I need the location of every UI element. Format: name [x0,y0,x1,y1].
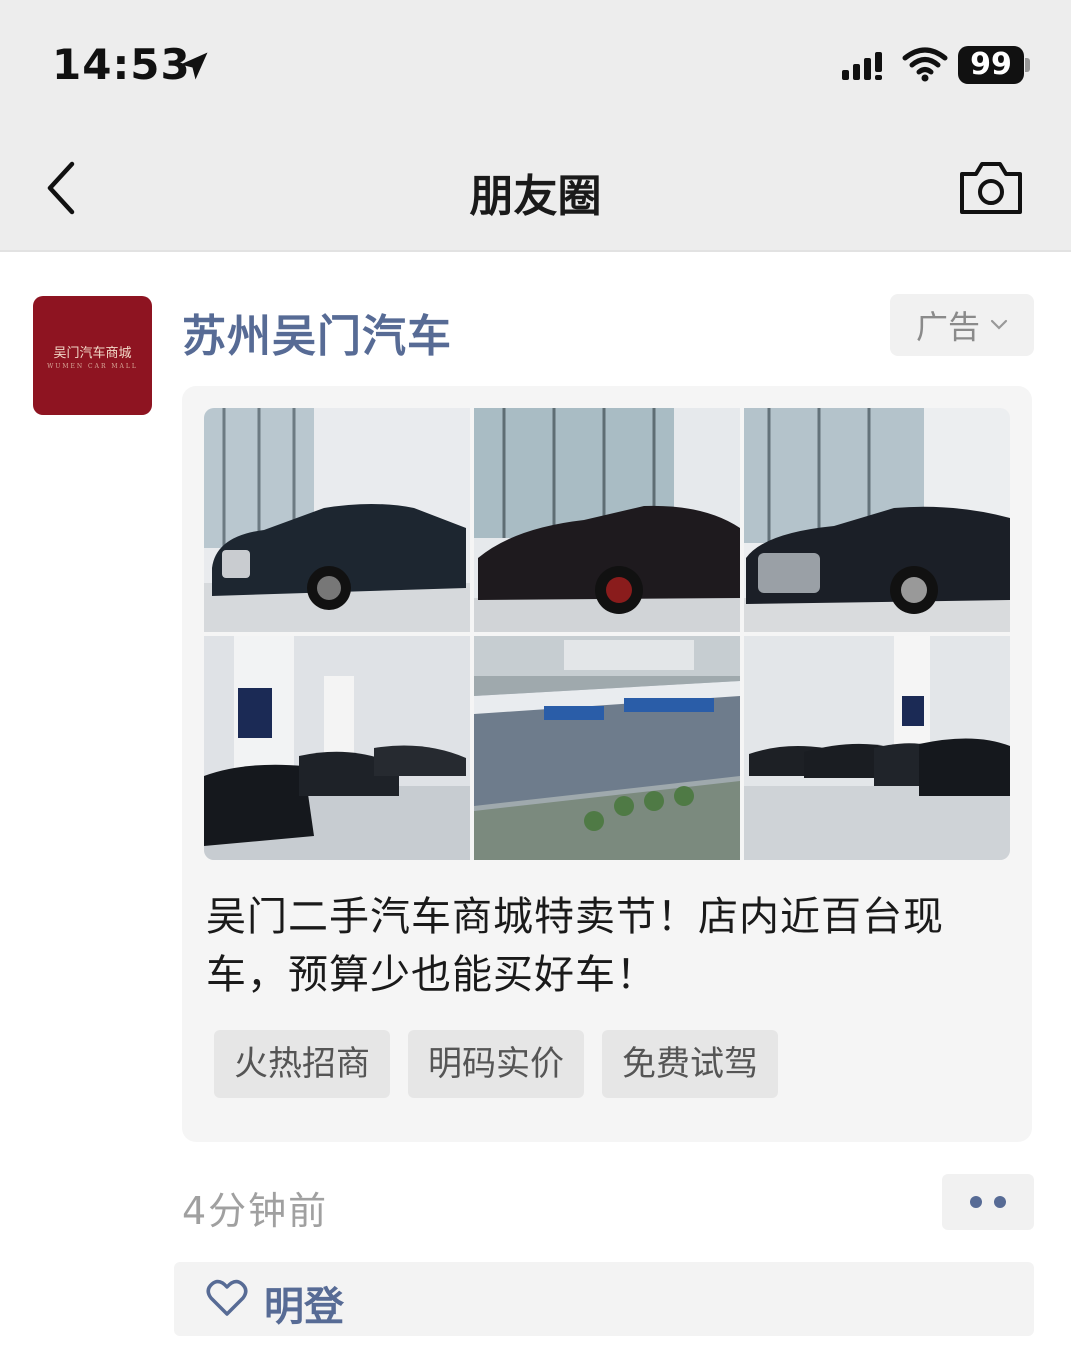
more-actions-button[interactable] [942,1174,1034,1230]
more-dot-icon [970,1196,982,1208]
chip-recruit[interactable]: 火热招商 [214,1030,390,1098]
liker-name[interactable]: 明登 [264,1274,344,1332]
page-title: 朋友圈 [469,171,602,222]
avatar-logo-text: 吴门汽车商城 [53,345,132,361]
ad-label-button[interactable]: 广告 [890,294,1034,356]
avatar[interactable]: 吴门汽车商城 WUMEN CAR MALL [33,296,152,415]
battery-cap [1025,58,1030,72]
chevron-down-icon [990,319,1008,330]
heart-icon [206,1279,248,1316]
wifi-icon [902,47,948,82]
avatar-logo-subtext: WUMEN CAR MALL [47,362,138,370]
likes-section: 明登 [174,1262,1034,1336]
ad-card[interactable]: 吴门二手汽车商城特卖节！店内近百台现车，预算少也能买好车！ 火热招商 明码实价 … [182,386,1032,1142]
post-timestamp: 4分钟前 [182,1189,329,1233]
ad-label: 广告 [915,308,980,346]
more-dot-icon [994,1196,1006,1208]
chip-test-drive[interactable]: 免费试驾 [602,1030,778,1098]
battery-level: 99 [958,46,1024,84]
showroom-photo-1[interactable] [204,636,470,860]
poster-name[interactable]: 苏州吴门汽车 [182,300,452,364]
chip-clear-price[interactable]: 明码实价 [408,1030,584,1098]
ad-text: 吴门二手汽车商城特卖节！店内近百台现车，预算少也能买好车！ [206,894,944,998]
status-time: 14:53 [52,40,191,89]
car-photo-2[interactable] [474,408,740,632]
building-photo[interactable] [474,636,740,860]
car-photo-1[interactable] [204,408,470,632]
showroom-photo-2[interactable] [744,636,1010,860]
signal-icon [842,52,882,80]
header: 14:53 99 朋友圈 [0,0,1071,252]
photo-grid [204,408,1010,860]
camera-icon[interactable] [958,160,1024,216]
location-arrow-icon [180,52,208,80]
tag-chips: 火热招商 明码实价 免费试驾 [214,1030,778,1098]
car-photo-3[interactable] [744,408,1010,632]
